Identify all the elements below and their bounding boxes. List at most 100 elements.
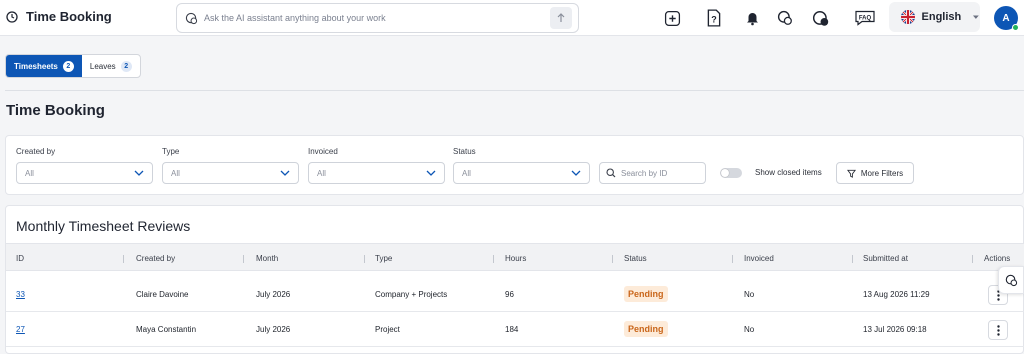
top-bar: Time Booking ? FAQ English A <box>0 0 1024 36</box>
add-button[interactable] <box>661 7 683 29</box>
chevron-down-icon <box>280 170 290 176</box>
uk-flag-icon <box>901 10 915 24</box>
avatar-initial: A <box>1002 12 1010 24</box>
table-row: 33 Claire Davoine July 2026 Company + Pr… <box>6 277 1024 312</box>
col-type[interactable]: Type <box>375 254 392 263</box>
filter-type-label: Type <box>162 147 180 156</box>
svg-text:FAQ: FAQ <box>859 15 872 21</box>
chevron-down-icon <box>134 170 144 176</box>
row-submitted-at: 13 Jul 2026 09:18 <box>863 325 927 334</box>
tab-timesheets-label: Timesheets <box>14 61 58 71</box>
row-actions-button[interactable] <box>988 320 1008 340</box>
status-badge: Pending <box>624 321 668 337</box>
column-separator[interactable] <box>123 255 124 263</box>
tab-bar: Timesheets 2 Leaves 2 <box>5 54 141 78</box>
column-separator[interactable] <box>493 255 494 263</box>
divider <box>5 90 1024 91</box>
row-type: Company + Projects <box>375 290 448 299</box>
filter-invoiced-value: All <box>317 168 326 178</box>
ai-search-input[interactable] <box>204 13 550 23</box>
column-separator[interactable] <box>852 255 853 263</box>
chat-bubble-icon <box>812 10 829 26</box>
clock-icon <box>6 10 18 23</box>
row-submitted-at: 13 Aug 2026 11:29 <box>863 290 930 299</box>
col-id[interactable]: ID <box>16 254 24 263</box>
help-doc-icon: ? <box>707 9 721 27</box>
ai-chat-button[interactable] <box>774 7 796 29</box>
status-badge: Pending <box>624 286 668 302</box>
row-hours: 96 <box>505 290 514 299</box>
chevron-down-icon <box>426 170 436 176</box>
col-invoiced[interactable]: Invoiced <box>744 254 774 263</box>
chat-icon <box>185 12 198 24</box>
tab-timesheets[interactable]: Timesheets 2 <box>6 55 82 77</box>
column-separator[interactable] <box>732 255 733 263</box>
help-button[interactable]: ? <box>703 7 725 29</box>
ai-chat-icon <box>777 10 792 25</box>
column-separator[interactable] <box>972 255 973 263</box>
filter-panel: Created by All Type All Invoiced All Sta… <box>5 135 1024 195</box>
filter-type-value: All <box>171 168 180 178</box>
col-month[interactable]: Month <box>256 254 278 263</box>
tab-leaves-count: 2 <box>120 60 132 72</box>
language-selector[interactable]: English <box>889 2 980 32</box>
table-header: ID Created by Month Type Hours Status In… <box>6 243 1024 271</box>
col-actions: Actions <box>984 254 1011 263</box>
timesheet-reviews-card: Monthly Timesheet Reviews ID Created by … <box>5 205 1024 354</box>
table-row: 27 Maya Constantin July 2026 Project 184… <box>6 312 1024 347</box>
row-id-link[interactable]: 27 <box>16 325 25 334</box>
col-created-by[interactable]: Created by <box>136 254 175 263</box>
row-month: July 2026 <box>256 290 291 299</box>
filter-invoiced-label: Invoiced <box>308 147 338 156</box>
row-hours: 184 <box>505 325 519 334</box>
svg-text:?: ? <box>711 15 717 25</box>
col-hours[interactable]: Hours <box>505 254 526 263</box>
faq-icon: FAQ <box>855 10 875 26</box>
row-month: July 2026 <box>256 325 291 334</box>
faq-button[interactable]: FAQ <box>852 7 878 29</box>
send-arrow-icon <box>557 13 565 22</box>
bell-icon <box>746 13 758 26</box>
column-separator[interactable] <box>612 255 613 263</box>
chevron-down-icon <box>571 170 581 176</box>
filter-invoiced-select[interactable]: All <box>308 162 445 184</box>
filter-created-by-select[interactable]: All <box>16 162 153 184</box>
show-closed-toggle[interactable] <box>720 168 742 178</box>
row-invoiced: No <box>744 290 755 299</box>
online-status-dot <box>1012 24 1019 31</box>
column-separator[interactable] <box>243 255 244 263</box>
add-square-icon <box>664 10 680 26</box>
tab-timesheets-count: 2 <box>62 60 74 72</box>
chat-icon <box>1005 274 1017 286</box>
row-id-link[interactable]: 33 <box>16 290 25 299</box>
avatar[interactable]: A <box>994 6 1019 31</box>
filter-type-select[interactable]: All <box>162 162 299 184</box>
filter-status-select[interactable]: All <box>453 162 590 184</box>
kebab-menu-icon <box>996 324 1000 336</box>
filter-status-value: All <box>462 168 471 178</box>
floating-chat-button[interactable] <box>998 266 1024 294</box>
toggle-knob <box>721 169 729 177</box>
table-title: Monthly Timesheet Reviews <box>16 218 191 234</box>
app-title[interactable]: Time Booking <box>6 9 112 24</box>
row-created-by: Maya Constantin <box>136 325 197 334</box>
tab-leaves[interactable]: Leaves 2 <box>82 55 140 77</box>
notifications-button[interactable] <box>741 7 763 29</box>
messages-button[interactable] <box>810 7 832 29</box>
app-title-text: Time Booking <box>26 9 112 24</box>
search-by-id-placeholder: Search by ID <box>621 168 668 178</box>
col-submitted-at[interactable]: Submitted at <box>863 254 908 263</box>
row-invoiced: No <box>744 325 755 334</box>
ai-assistant-search[interactable] <box>176 3 579 33</box>
show-closed-label: Show closed items <box>755 168 822 177</box>
filter-funnel-icon <box>846 169 856 178</box>
col-status[interactable]: Status <box>624 254 647 263</box>
search-by-id-input[interactable]: Search by ID <box>599 162 706 184</box>
filter-created-by-label: Created by <box>16 147 56 156</box>
more-filters-button[interactable]: More Filters <box>836 162 914 184</box>
column-separator[interactable] <box>364 255 365 263</box>
row-type: Project <box>375 325 400 334</box>
more-filters-label: More Filters <box>860 168 904 178</box>
filter-created-by-value: All <box>25 168 34 178</box>
send-button[interactable] <box>550 7 572 29</box>
